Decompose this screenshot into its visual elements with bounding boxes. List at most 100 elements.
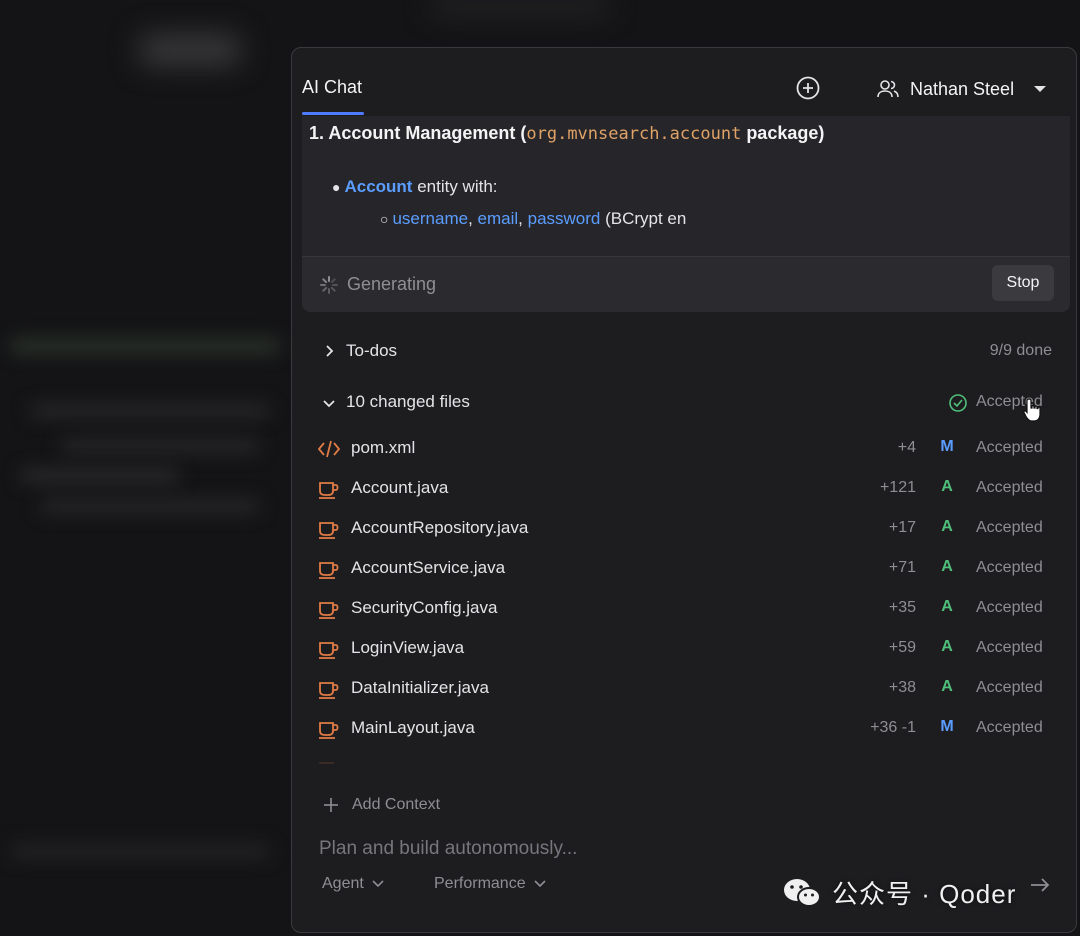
tab-active-indicator [302, 112, 364, 115]
file-state: Accepted [976, 599, 1043, 616]
watermark-text: 公众号 · Qoder [832, 879, 1017, 909]
add-context-button[interactable]: Add Context [322, 796, 440, 814]
spinner-icon [320, 276, 338, 294]
tab-ai-chat[interactable]: AI Chat [302, 77, 362, 98]
file-name: pom.xml [351, 438, 416, 457]
todos-row[interactable]: To-dos 9/9 done [292, 336, 1076, 368]
hand-pointer-icon [1023, 398, 1041, 422]
entity-text: entity with: [412, 177, 498, 196]
file-status: A [941, 638, 953, 655]
generating-label: Generating [347, 274, 437, 294]
bullet-circle-icon: ○ [380, 211, 389, 227]
field-link-password[interactable]: password [528, 209, 601, 228]
todos-label: To-dos [346, 341, 398, 360]
file-name: Account.java [351, 478, 449, 497]
watermark: 公众号 · Qoder [782, 874, 1016, 911]
file-name: MainLayout.java [351, 718, 475, 737]
file-row[interactable]: AccountService.java +71 A Accepted [292, 552, 1076, 592]
bg-blur-block [430, 0, 610, 12]
java-file-icon [319, 482, 339, 499]
bg-blur-line [30, 405, 270, 417]
file-status: A [941, 558, 953, 575]
changed-files-row[interactable]: 10 changed files Accepted [292, 387, 1076, 422]
list-fade-overlay [292, 738, 1076, 768]
file-state: Accepted [976, 679, 1043, 696]
file-diff: +17 [888, 519, 916, 536]
file-state: Accepted [976, 719, 1043, 736]
bullet-dot-icon: ● [332, 179, 341, 195]
file-status: A [941, 678, 953, 695]
field-link-email[interactable]: email [478, 209, 519, 228]
file-row[interactable]: Account.java +121 A Accepted [292, 472, 1076, 512]
list-item: ● Account entity with: [332, 177, 498, 197]
bg-blur-line [10, 340, 280, 352]
heading-prefix: 1. Account Management ( [309, 123, 527, 143]
file-name: SecurityConfig.java [351, 598, 498, 617]
java-file-icon [319, 602, 339, 619]
file-status: M [940, 718, 954, 735]
chevron-right-icon [326, 345, 334, 357]
field-link-username[interactable]: username [392, 209, 468, 228]
entity-link[interactable]: Account [344, 177, 412, 196]
check-circle-icon [949, 394, 967, 412]
file-status: A [941, 478, 953, 495]
java-file-icon [319, 522, 339, 539]
file-status: M [940, 438, 954, 455]
file-state: Accepted [976, 639, 1043, 656]
file-row[interactable]: SecurityConfig.java +35 A Accepted [292, 592, 1076, 632]
file-row[interactable]: pom.xml +4 M Accepted [292, 432, 1076, 472]
file-diff: +4 [897, 439, 916, 456]
chevron-down-icon [323, 400, 335, 408]
file-state: Accepted [976, 519, 1043, 536]
ai-chat-panel: AI Chat Nathan Steel 1. Account Manageme… [291, 47, 1077, 933]
java-file-icon [319, 562, 339, 579]
field-text: (BCrypt en [600, 209, 687, 228]
stop-button[interactable]: Stop [992, 265, 1054, 301]
performance-mode-select[interactable]: Performance [434, 875, 546, 893]
file-diff: +38 [888, 679, 916, 696]
plus-circle-icon [796, 76, 820, 100]
file-diff: +59 [888, 639, 916, 656]
chevron-down-icon [534, 880, 546, 888]
plus-icon [324, 798, 338, 812]
agent-mode-label: Agent [322, 875, 364, 892]
bg-blur-line [10, 845, 270, 857]
performance-mode-label: Performance [434, 875, 526, 892]
wechat-icon [784, 878, 821, 907]
changed-files-label: 10 changed files [346, 392, 470, 411]
java-file-icon [319, 722, 339, 739]
file-diff: +36 -1 [870, 719, 916, 736]
list-item: ○ username, email, password (BCrypt en [380, 209, 686, 229]
send-icon[interactable] [1028, 874, 1052, 896]
separator: , [518, 209, 528, 228]
add-context-label: Add Context [352, 796, 441, 813]
chevron-down-icon [372, 880, 384, 888]
file-row[interactable]: AccountRepository.java +17 A Accepted [292, 512, 1076, 552]
bg-blur-line [40, 500, 260, 512]
file-row[interactable]: DataInitializer.java +38 A Accepted [292, 672, 1076, 712]
agent-mode-select[interactable]: Agent [322, 875, 384, 893]
file-state: Accepted [976, 479, 1043, 496]
users-icon [877, 80, 899, 98]
file-diff: +71 [888, 559, 916, 576]
changed-files-list: pom.xml +4 M Accepted Account.java +121 … [292, 432, 1076, 764]
inline-code: org.mvnsearch.account [526, 124, 742, 144]
caret-down-icon [1034, 86, 1047, 92]
file-status: A [941, 598, 953, 615]
todos-status: 9/9 done [989, 342, 1052, 359]
file-status: A [941, 518, 953, 535]
xml-file-icon [318, 440, 340, 458]
file-row[interactable]: LoginView.java +59 A Accepted [292, 632, 1076, 672]
panel-header: AI Chat Nathan Steel [292, 48, 1076, 116]
file-state: Accepted [976, 559, 1043, 576]
file-name: DataInitializer.java [351, 678, 489, 697]
bg-blur-block [140, 35, 240, 65]
java-file-icon [319, 682, 339, 699]
user-menu[interactable]: Nathan Steel [876, 74, 1048, 104]
file-name: AccountRepository.java [351, 518, 529, 537]
file-name: LoginView.java [351, 638, 465, 657]
chat-input[interactable]: Plan and build autonomously... [319, 838, 577, 860]
bg-blur-line [60, 440, 260, 452]
file-diff: +121 [879, 479, 916, 496]
new-chat-button[interactable] [795, 75, 821, 101]
